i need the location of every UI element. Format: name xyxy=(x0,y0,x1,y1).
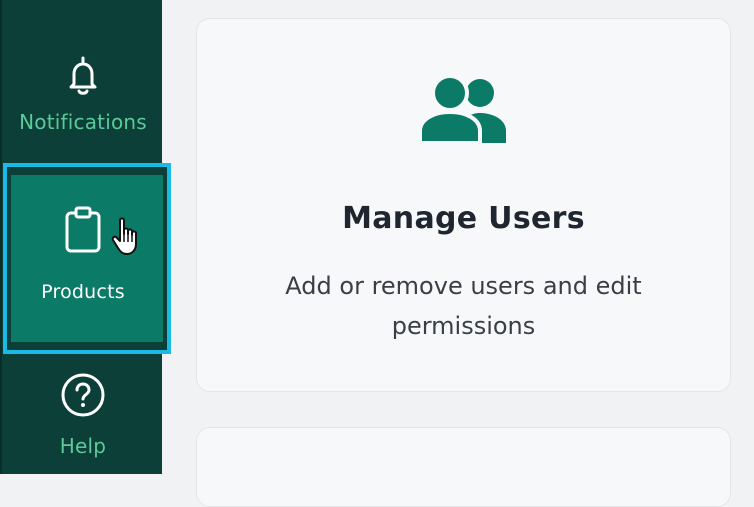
sidebar-item-label: Notifications xyxy=(19,110,147,134)
users-icon xyxy=(419,75,506,143)
sidebar-item-label: Help xyxy=(59,434,107,458)
bell-icon xyxy=(69,56,97,95)
card-title: Manage Users xyxy=(342,201,585,236)
manage-users-card[interactable]: Manage Users Add or remove users and edi… xyxy=(196,18,731,392)
next-card[interactable] xyxy=(196,427,731,507)
hand-pointer-icon xyxy=(111,217,137,255)
clipboard-icon xyxy=(65,206,101,253)
sidebar-item-notifications[interactable]: Notifications xyxy=(2,54,164,150)
sidebar-item-label: Products xyxy=(41,281,125,303)
sidebar-item-help[interactable]: Help xyxy=(2,372,164,472)
help-circle-icon xyxy=(61,373,105,417)
card-description: Add or remove users and edit permissions xyxy=(285,272,642,340)
